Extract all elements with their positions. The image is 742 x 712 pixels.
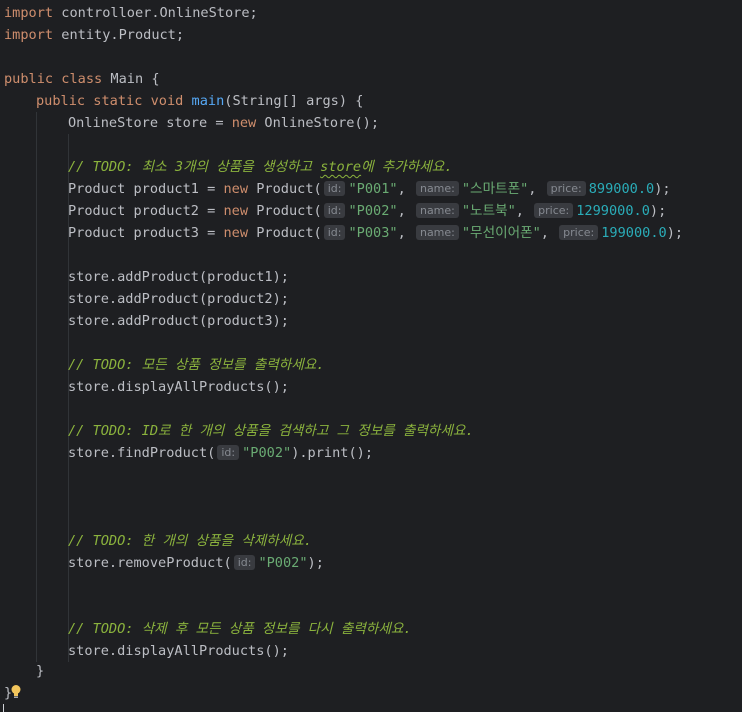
code-text: Product(	[248, 181, 322, 197]
todo-comment-2[interactable]: // TODO: 모든 상품 정보를 출력하세요.	[68, 354, 324, 376]
string-literal: "P002"	[242, 445, 292, 461]
code-line-product3[interactable]: Product product3 = new Product(id: "P003"…	[68, 222, 683, 244]
code-text: OnlineStore store =	[68, 115, 232, 131]
todo-comment-1[interactable]: // TODO: 최소 3개의 상품을 생성하고 store에 추가하세요.	[68, 156, 453, 178]
code-text: Product(	[248, 225, 322, 241]
code-text: );	[649, 203, 667, 219]
code-text: Product product3 =	[68, 225, 224, 241]
code-text: Product product1 =	[68, 181, 224, 197]
typo-squiggle: store	[320, 159, 362, 175]
parameter-hint: id:	[217, 445, 240, 460]
todo-comment-5[interactable]: // TODO: 삭제 후 모든 상품 정보를 다시 출력하세요.	[68, 618, 412, 640]
todo-comment-3[interactable]: // TODO: ID로 한 개의 상품을 검색하고 그 정보를 출력하세요.	[68, 420, 474, 442]
lightbulb-icon[interactable]	[10, 684, 22, 700]
text-caret	[3, 704, 4, 712]
code-line-1[interactable]: import controlloer.OnlineStore;	[4, 2, 258, 24]
number-literal: 1299000.0	[576, 203, 650, 219]
parameter-hint: id:	[323, 203, 346, 218]
code-text: );	[307, 555, 324, 571]
number-literal: 899000.0	[588, 181, 655, 197]
parameter-hint: price:	[559, 225, 599, 240]
parameter-hint: name:	[415, 225, 459, 240]
code-text: controlloer.OnlineStore;	[53, 5, 258, 21]
code-text: entity.Product;	[53, 27, 185, 43]
code-text: store.findProduct(	[68, 445, 216, 461]
code-text: store.removeProduct(	[68, 555, 232, 571]
code-line-find[interactable]: store.findProduct(id: "P002").print();	[68, 442, 373, 464]
parameter-hint: id:	[323, 225, 346, 240]
code-text: Product product2 =	[68, 203, 224, 219]
code-line-add2[interactable]: store.addProduct(product2);	[68, 288, 289, 310]
code-text: Product(	[248, 203, 322, 219]
code-editor[interactable]: import controlloer.OnlineStore; import e…	[0, 0, 742, 712]
parameter-hint: name:	[415, 203, 459, 218]
keyword: new	[231, 115, 257, 131]
code-line-display2[interactable]: store.displayAllProducts();	[68, 640, 289, 662]
todo-text: 최소 3개의 상품을 생성하고	[133, 159, 321, 175]
code-line-add3[interactable]: store.addProduct(product3);	[68, 310, 289, 332]
keyword: new	[223, 203, 249, 219]
method-name: main	[191, 93, 225, 109]
code-line-2[interactable]: import entity.Product;	[4, 24, 184, 46]
string-literal: "스마트폰"	[461, 181, 529, 197]
keyword: public class	[4, 71, 103, 87]
code-line-5[interactable]: public static void main(String[] args) {	[36, 90, 363, 112]
code-text: Main {	[102, 71, 160, 87]
parameter-hint: name:	[415, 181, 459, 196]
keyword: new	[223, 181, 249, 197]
code-text: ).print();	[291, 445, 374, 461]
indent-guide	[36, 112, 37, 662]
code-line-add1[interactable]: store.addProduct(product1);	[68, 266, 289, 288]
number-literal: 199000.0	[601, 225, 667, 241]
code-line-remove[interactable]: store.removeProduct(id: "P002");	[68, 552, 324, 574]
code-line-6[interactable]: OnlineStore store = new OnlineStore();	[68, 112, 379, 134]
code-line-product2[interactable]: Product product2 = new Product(id: "P002"…	[68, 200, 666, 222]
parameter-hint: id:	[323, 181, 346, 196]
code-text: (String[] args) {	[224, 93, 364, 109]
code-line-product1[interactable]: Product product1 = new Product(id: "P001"…	[68, 178, 671, 200]
keyword: new	[223, 225, 249, 241]
string-literal: "무선이어폰"	[461, 225, 541, 241]
string-literal: "노트북"	[461, 203, 516, 219]
code-line-close-method[interactable]: }	[36, 660, 44, 682]
parameter-hint: price:	[534, 203, 574, 218]
parameter-hint: price:	[546, 181, 586, 196]
string-literal: "P001"	[348, 181, 398, 197]
todo-text: 에 추가하세요.	[361, 159, 453, 175]
keyword: import	[4, 5, 54, 21]
code-text: );	[654, 181, 671, 197]
string-literal: "P002"	[258, 555, 308, 571]
todo-comment-4[interactable]: // TODO: 한 개의 상품을 삭제하세요.	[68, 530, 312, 552]
code-text: OnlineStore();	[256, 115, 380, 131]
code-line-4[interactable]: public class Main {	[4, 68, 160, 90]
code-line-display1[interactable]: store.displayAllProducts();	[68, 376, 289, 398]
string-literal: "P003"	[348, 225, 398, 241]
string-literal: "P002"	[348, 203, 398, 219]
keyword: import	[4, 27, 54, 43]
todo-text: // TODO:	[68, 159, 134, 175]
keyword: public static void	[36, 93, 184, 109]
parameter-hint: id:	[233, 555, 256, 570]
code-text: );	[666, 225, 684, 241]
